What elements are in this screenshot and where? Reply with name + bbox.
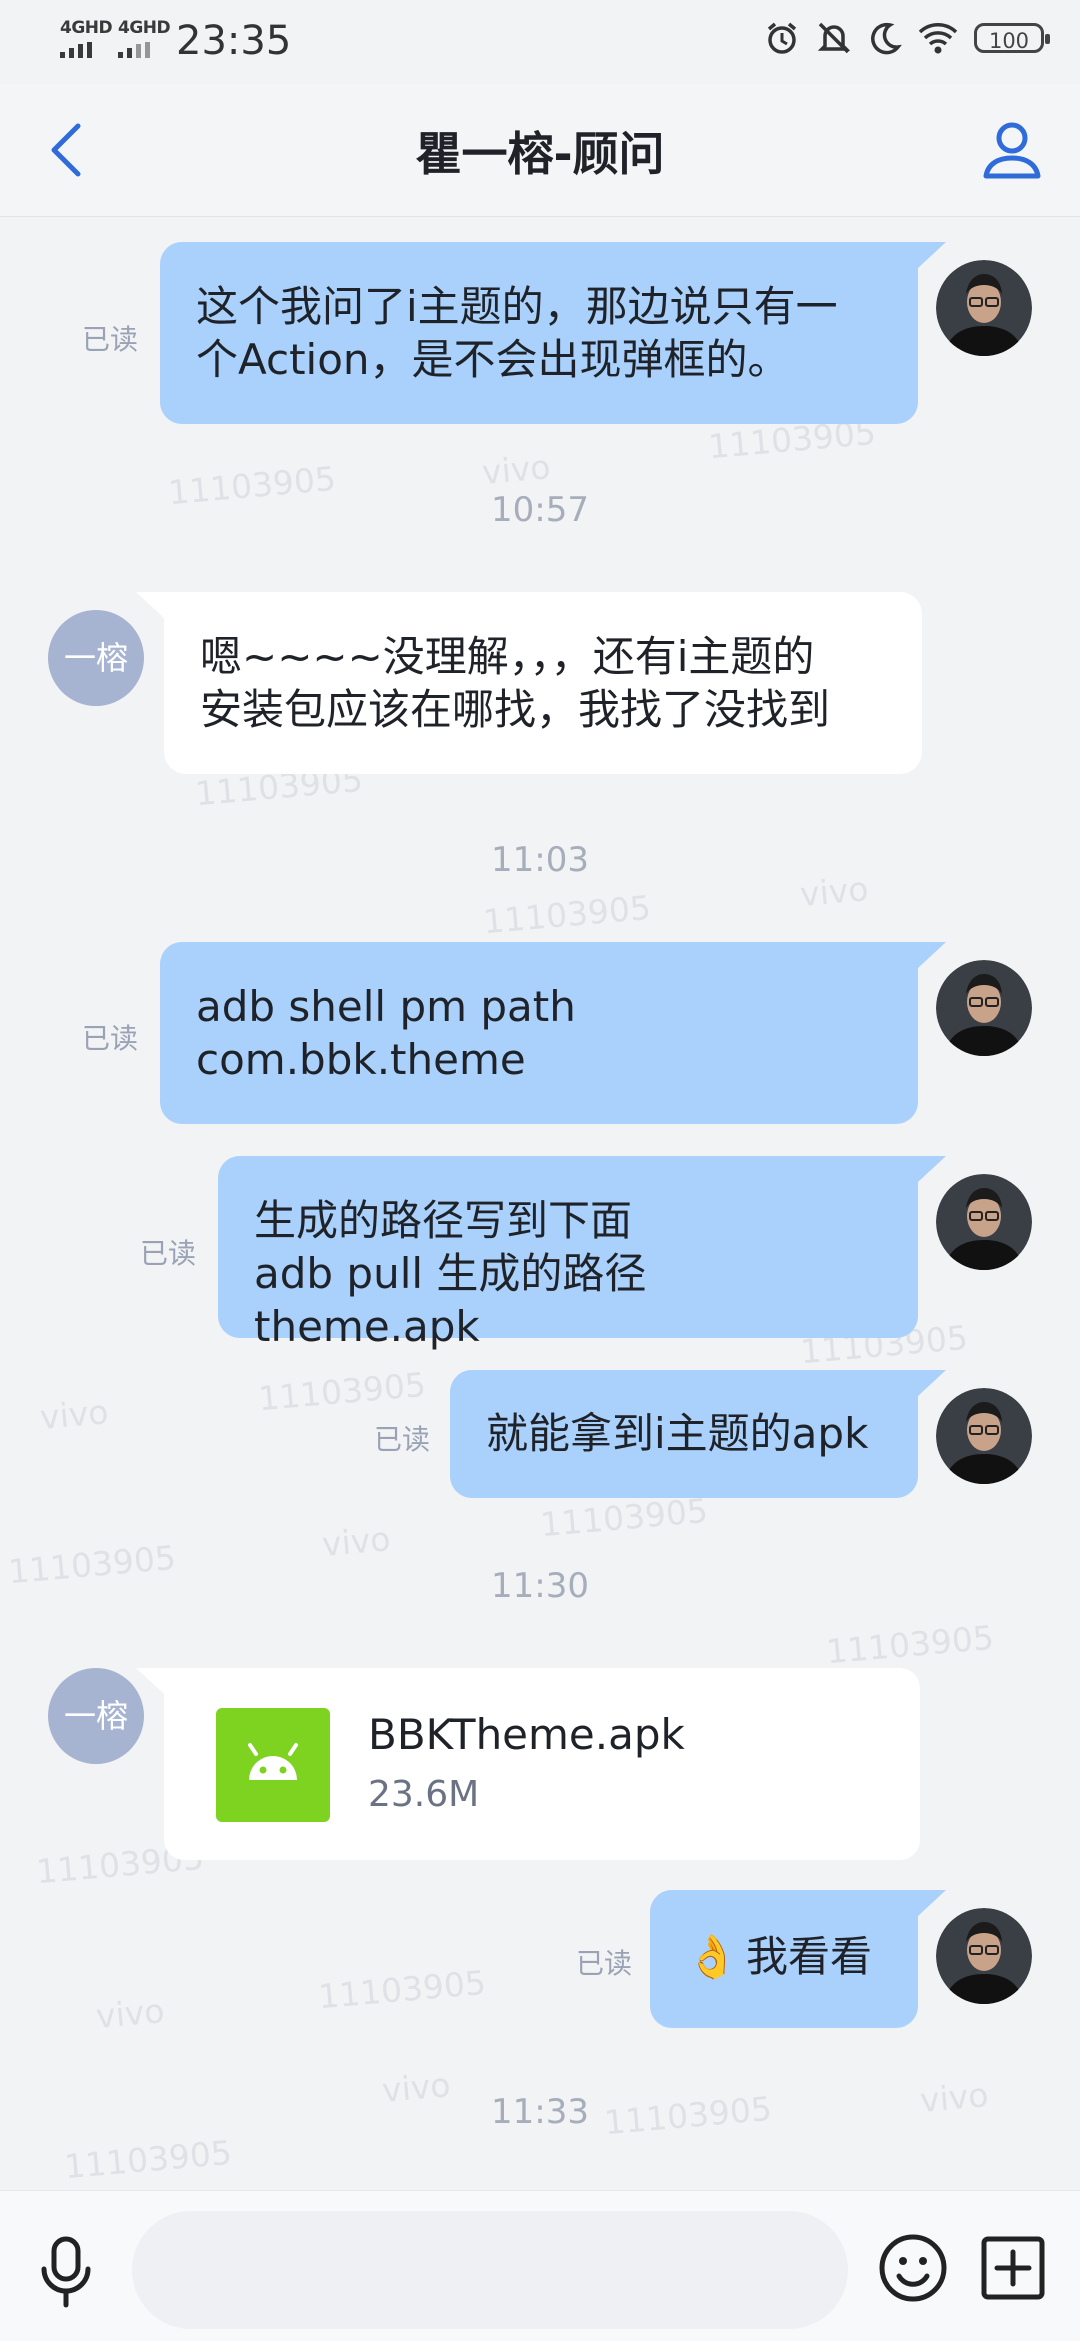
watermark-text: 11103905 <box>538 1490 710 1545</box>
read-receipt: 已读 <box>140 1237 197 1270</box>
watermark-text: 11103905 <box>256 1364 428 1419</box>
message-bubble-outgoing[interactable]: adb shell pm path com.bbk.theme <box>160 942 946 1124</box>
message-text: 安装包应该在哪找，我找了没找到 <box>200 685 831 734</box>
message-text: 👌 我看看 <box>686 1932 873 1981</box>
message-text: 就能拿到i主题的apk <box>486 1409 869 1458</box>
microphone-icon[interactable] <box>36 2235 96 2311</box>
file-message-card[interactable]: BBKTheme.apk 23.6M <box>136 1668 920 1860</box>
plus-square-icon[interactable] <box>980 2235 1046 2301</box>
watermark-text: 11103905 <box>316 1962 488 2017</box>
message-text: 个Action，是不会出现弹框的。 <box>196 335 790 384</box>
read-receipt: 已读 <box>576 1947 633 1980</box>
message-text: adb pull 生成的路径 theme.apk <box>254 1249 647 1351</box>
battery-indicator: 100 <box>974 23 1050 53</box>
file-name: BBKTheme.apk <box>368 1710 685 1759</box>
message-input-bar <box>0 2190 1080 2341</box>
message-text: 生成的路径写到下面 <box>254 1196 633 1245</box>
watermark-text: vivo <box>94 1991 166 2036</box>
message-text: 这个我问了i主题的，那边说只有一 <box>196 282 838 331</box>
watermark-text: vivo <box>38 1392 110 1437</box>
timestamp: 11:33 <box>491 2092 589 2132</box>
signal-bars-2-icon <box>118 42 150 58</box>
android-icon <box>216 1708 330 1822</box>
message-bubble-outgoing[interactable]: 👌 我看看 <box>650 1890 946 2028</box>
message-bubble-outgoing[interactable]: 这个我问了i主题的，那边说只有一 个Action，是不会出现弹框的。 <box>160 242 946 424</box>
message-text: 嗯~~~~没理解，，，还有i主题的 <box>200 632 815 681</box>
file-size: 23.6M <box>368 1774 480 1815</box>
read-receipt: 已读 <box>82 323 139 356</box>
avatar[interactable] <box>936 1908 1032 2004</box>
avatar[interactable] <box>936 960 1032 1056</box>
watermark-text: vivo <box>320 1519 392 1564</box>
ok-hand-emoji-icon: 👌 <box>686 1932 739 1981</box>
timestamp: 11:03 <box>491 840 589 880</box>
mute-bell-icon <box>817 22 851 54</box>
message-bubble-incoming[interactable]: 嗯~~~~没理解，，，还有i主题的 安装包应该在哪找，我找了没找到 <box>136 592 922 774</box>
avatar[interactable]: 一榕 <box>48 610 144 706</box>
avatar[interactable] <box>936 1388 1032 1484</box>
chat-header: 瞿一榕-顾问 <box>0 84 1080 217</box>
watermark-text: vivo <box>480 447 552 492</box>
message-text: com.bbk.theme <box>196 1035 526 1084</box>
network-type-1: 4GHD <box>60 18 113 38</box>
wifi-icon <box>918 23 958 54</box>
avatar[interactable]: 一榕 <box>48 1668 144 1764</box>
status-time: 23:35 <box>176 18 292 64</box>
watermark-text: 11103905 <box>481 887 653 942</box>
watermark-text: 11103905 <box>62 2132 234 2187</box>
smiley-icon[interactable] <box>878 2233 948 2303</box>
timestamp: 10:57 <box>491 490 589 530</box>
timestamp: 11:30 <box>491 1566 589 1606</box>
do-not-disturb-moon-icon <box>871 22 902 55</box>
message-text: adb shell pm path <box>196 982 576 1031</box>
network-type-2: 4GHD <box>118 18 171 38</box>
alarm-icon <box>767 22 797 54</box>
watermark-text: 11103905 <box>824 1617 996 1672</box>
status-icons: 100 <box>764 20 1050 56</box>
read-receipt: 已读 <box>374 1423 431 1456</box>
message-input[interactable] <box>132 2211 848 2329</box>
chat-title: 瞿一榕-顾问 <box>415 127 665 181</box>
message-bubble-outgoing[interactable]: 就能拿到i主题的apk <box>450 1370 946 1498</box>
avatar[interactable] <box>936 260 1032 356</box>
avatar[interactable] <box>936 1174 1032 1270</box>
message-bubble-outgoing[interactable]: 生成的路径写到下面 adb pull 生成的路径 theme.apk <box>218 1156 946 1351</box>
contact-person-icon[interactable] <box>980 118 1044 182</box>
read-receipt: 已读 <box>82 1022 139 1055</box>
signal-bars-1-icon <box>60 42 92 58</box>
status-bar: 4GHD 4GHD 23:35 100 <box>0 0 1080 84</box>
